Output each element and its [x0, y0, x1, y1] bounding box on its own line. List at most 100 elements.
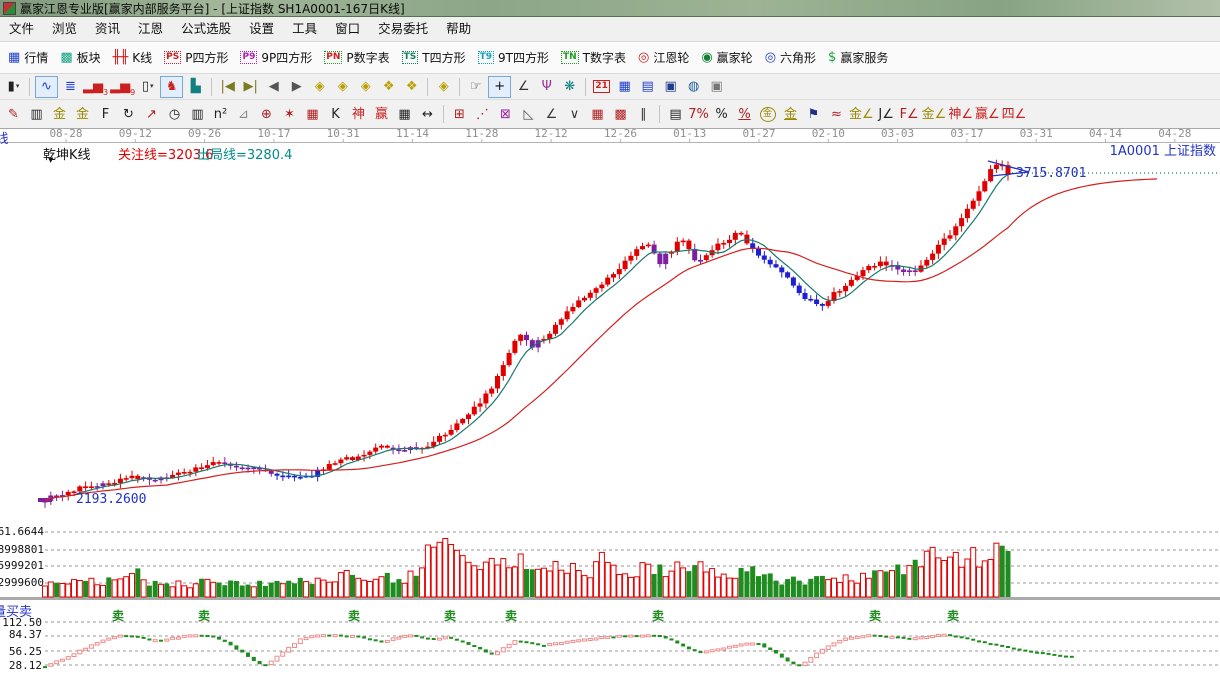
clock-tool-button[interactable]: ◷ — [164, 104, 185, 124]
diamond-expand-button[interactable]: ◈ — [355, 77, 376, 97]
prev-page-button[interactable]: ◀ — [263, 77, 284, 97]
toolbar-button-9p-square[interactable]: P99P四方形 — [234, 45, 318, 71]
clothes-tool-button[interactable]: Ψ — [536, 77, 557, 97]
menu-item-help[interactable]: 帮助 — [437, 17, 480, 41]
beast-tool-button[interactable]: ♞ — [160, 76, 183, 98]
left-panel-label[interactable]: K线 — [0, 128, 9, 147]
chart-3-button[interactable]: ▂▅3 — [83, 77, 108, 97]
toolbar-button-p-table[interactable]: PNP数字表 — [318, 45, 395, 71]
menu-item-formula[interactable]: 公式选股 — [172, 17, 240, 41]
shen-angle-button[interactable]: 神∠ — [948, 104, 973, 124]
toolbar-button-hexagon[interactable]: ◎六角形 — [759, 45, 822, 71]
diamond-right-button[interactable]: ◈ — [332, 77, 353, 97]
menu-item-browse[interactable]: 浏览 — [43, 17, 86, 41]
volume-profile-button[interactable]: ▙ — [185, 77, 206, 97]
brush-tool-button-glyph: ✎ — [8, 108, 19, 121]
wave-v-button[interactable]: ∨ — [564, 104, 585, 124]
percent7-button[interactable]: 7% — [688, 104, 709, 124]
toolbar-button-sector[interactable]: ▩板块 — [54, 45, 106, 71]
price-scale-button[interactable]: ▤ — [665, 104, 686, 124]
menu-item-file[interactable]: 文件 — [0, 17, 43, 41]
si-angle-button[interactable]: 四∠ — [1002, 104, 1027, 124]
remote-pc-button[interactable]: ▣ — [706, 77, 727, 97]
menu-item-window[interactable]: 窗口 — [326, 17, 369, 41]
mirror-angle-button[interactable]: ⊿ — [233, 104, 254, 124]
span-arrow-button[interactable]: ↔ — [417, 104, 438, 124]
star-web-button[interactable]: ✶ — [279, 104, 300, 124]
brush-tool-button[interactable]: ✎ — [3, 104, 24, 124]
next-page-button[interactable]: ▶ — [286, 77, 307, 97]
candle-style-button[interactable]: ▮▾ — [3, 77, 24, 97]
box-fan-button[interactable]: ⊞ — [449, 104, 470, 124]
diamond-burst-button[interactable]: ❖ — [401, 77, 422, 97]
time-ruler-button[interactable]: ▥ — [187, 104, 208, 124]
parallel-lines-button[interactable]: ∥ — [633, 104, 654, 124]
indicator-dropdown-icon[interactable]: ▼ — [48, 156, 53, 164]
diamond-compress-button[interactable]: ◈ — [433, 77, 454, 97]
info-view-button[interactable]: ≣ — [60, 77, 81, 97]
gold-lines-button[interactable]: 金 — [780, 104, 801, 124]
menu-item-news[interactable]: 资讯 — [86, 17, 129, 41]
skip-last-button[interactable]: ▶| — [240, 77, 261, 97]
wave-cross-button[interactable]: ≈ — [826, 104, 847, 124]
skip-first-button[interactable]: |◀ — [217, 77, 238, 97]
square-web-button[interactable]: ▦ — [302, 104, 323, 124]
sector-blocks-icon: ▩ — [60, 51, 72, 64]
red-grid2-button[interactable]: ▩ — [610, 104, 631, 124]
toolbar-button-t-table[interactable]: TNT数字表 — [555, 45, 632, 71]
f-angle-button[interactable]: F∠ — [899, 104, 920, 124]
spiral-tool-button[interactable]: ↻ — [118, 104, 139, 124]
percent-button[interactable]: % — [711, 104, 732, 124]
toolbar-button-t-square[interactable]: TST四方形 — [396, 45, 472, 71]
grid-ruler-button[interactable]: ▦ — [394, 104, 415, 124]
circle-cross-button[interactable]: ⊕ — [256, 104, 277, 124]
crosshair-tool-button[interactable]: + — [488, 76, 511, 98]
toolbar-button-winner-service[interactable]: $赢家服务 — [822, 45, 894, 71]
toolbar-button-9t-square[interactable]: T99T四方形 — [472, 45, 555, 71]
angle-measure-button[interactable]: ∠ — [513, 77, 534, 97]
shen-ruler-button[interactable]: 神 — [348, 104, 369, 124]
red-grid-button[interactable]: ▦ — [587, 104, 608, 124]
calculator-button[interactable]: ▦ — [614, 77, 635, 97]
brain-tool-button[interactable]: ❋ — [559, 77, 580, 97]
gold-angle-button[interactable]: 金∠ — [849, 104, 874, 124]
n2-ruler-button[interactable]: n² — [210, 104, 231, 124]
ying-ruler-button[interactable]: 赢 — [371, 104, 392, 124]
ying-angle-button[interactable]: 赢∠ — [975, 104, 1000, 124]
percent-lines-button[interactable]: % — [734, 104, 755, 124]
app-window: 赢家江恩专业版[赢家内部服务平台] - [上证指数 SH1A0001-167日K… — [0, 0, 1220, 682]
toolbar-button-winner-wheel[interactable]: ◉赢家轮 — [695, 45, 758, 71]
j-angle-button[interactable]: J∠ — [876, 104, 897, 124]
diamond-star-button[interactable]: ❖ — [378, 77, 399, 97]
ray-fan-button[interactable]: ⋰ — [472, 104, 493, 124]
toolbar-button-quote[interactable]: ▦行情 — [2, 45, 54, 71]
gold-ruler-button[interactable]: 金 — [49, 104, 70, 124]
menu-item-settings[interactable]: 设置 — [240, 17, 283, 41]
calendar-button[interactable]: 21 — [591, 77, 612, 97]
toolbar-button-gann-wheel[interactable]: ◎江恩轮 — [632, 45, 695, 71]
chart-9-button[interactable]: ▂▅9 — [110, 77, 135, 97]
menu-item-trade[interactable]: 交易委托 — [369, 17, 437, 41]
angle-lines-button[interactable]: ∠ — [541, 104, 562, 124]
ruler-comb-button[interactable]: ▥ — [26, 104, 47, 124]
gold-ruler2-button[interactable]: 金 — [72, 104, 93, 124]
hand-tool-button[interactable]: ☞ — [465, 77, 486, 97]
toolbar-button-kline[interactable]: ╫╫K线 — [107, 45, 159, 71]
fan-box-button[interactable]: ⊠ — [495, 104, 516, 124]
menu-item-tools[interactable]: 工具 — [283, 17, 326, 41]
menu-item-gann[interactable]: 江恩 — [129, 17, 172, 41]
toolbar-button-p-square[interactable]: PSP四方形 — [158, 45, 234, 71]
gold-angle2-button[interactable]: 金∠ — [922, 104, 947, 124]
diamond-left-button[interactable]: ◈ — [309, 77, 330, 97]
save-button[interactable]: ▣ — [660, 77, 681, 97]
gold-circle-button[interactable]: 金 — [757, 104, 778, 124]
web-sync-button[interactable]: ◍ — [683, 77, 704, 97]
k-mark-button[interactable]: K — [325, 104, 346, 124]
rocket-tool-button[interactable]: ↗ — [141, 104, 162, 124]
fib-ruler-button[interactable]: F — [95, 104, 116, 124]
flag-tool-button[interactable]: ⚑ — [803, 104, 824, 124]
candle-type-button[interactable]: ▯▾ — [137, 77, 158, 97]
zigzag-tool-button[interactable]: ∿ — [35, 76, 58, 98]
fan-square-button[interactable]: ◺ — [518, 104, 539, 124]
notes-button[interactable]: ▤ — [637, 77, 658, 97]
